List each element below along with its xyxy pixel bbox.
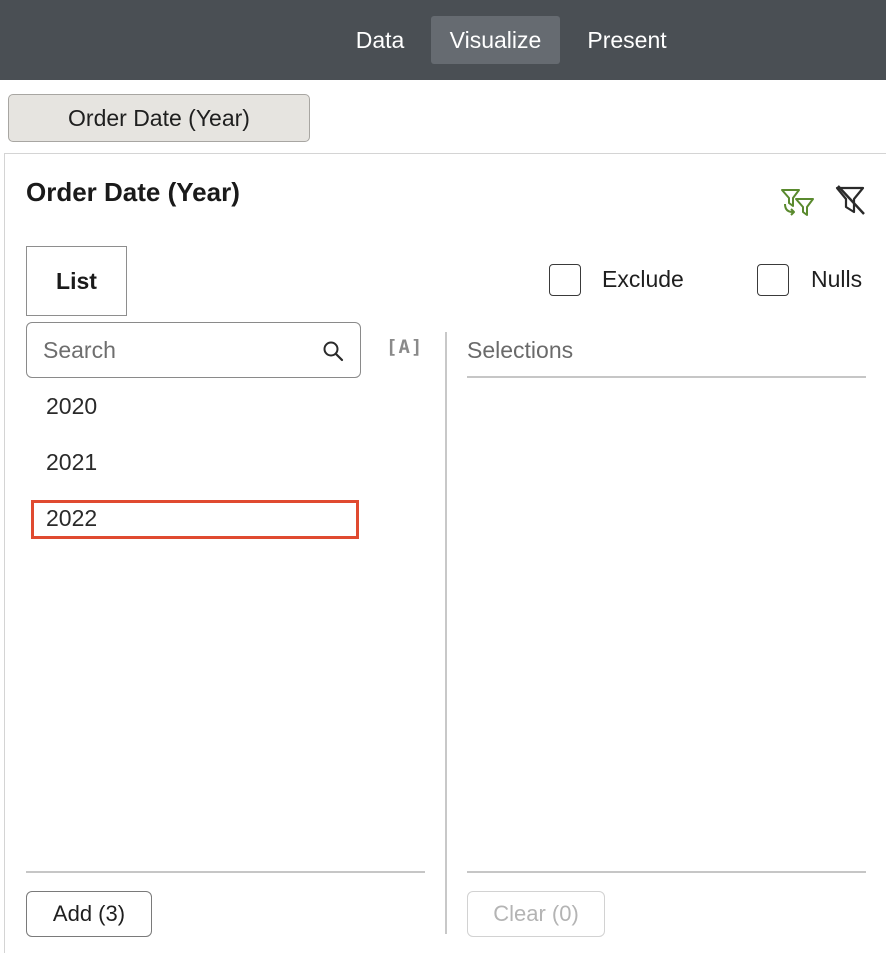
tab-present[interactable]: Present bbox=[570, 16, 684, 64]
column-divider bbox=[445, 332, 447, 934]
exclude-checkbox[interactable] bbox=[549, 264, 581, 296]
panel-title: Order Date (Year) bbox=[26, 177, 240, 207]
highlight-box-2022 bbox=[31, 500, 359, 539]
selections-rule bbox=[467, 376, 866, 378]
exclude-label: Exclude bbox=[602, 266, 684, 292]
nulls-label: Nulls bbox=[811, 266, 863, 292]
top-nav-bar: Data Visualize Present bbox=[0, 0, 886, 80]
search-icon[interactable] bbox=[321, 339, 345, 363]
list-item-2020[interactable]: 2020 bbox=[46, 393, 97, 420]
nulls-checkbox[interactable] bbox=[757, 264, 789, 296]
tab-list[interactable]: List bbox=[26, 246, 127, 316]
add-button[interactable]: Add (3) bbox=[26, 891, 152, 937]
tab-data[interactable]: Data bbox=[340, 16, 420, 64]
clear-button[interactable]: Clear (0) bbox=[467, 891, 605, 937]
search-input[interactable] bbox=[43, 336, 313, 364]
selections-footer-rule bbox=[467, 871, 866, 873]
filter-pill-order-date[interactable]: Order Date (Year) bbox=[8, 94, 310, 142]
clear-filter-icon[interactable] bbox=[832, 182, 868, 218]
tab-visualize[interactable]: Visualize bbox=[431, 16, 560, 64]
filter-settings-icon[interactable] bbox=[779, 182, 815, 218]
list-footer-rule bbox=[26, 871, 425, 873]
list-item-2021[interactable]: 2021 bbox=[46, 449, 97, 476]
sort-alpha-icon[interactable]: [A] bbox=[386, 336, 423, 358]
selections-header: Selections bbox=[467, 337, 574, 363]
search-field bbox=[26, 322, 361, 378]
